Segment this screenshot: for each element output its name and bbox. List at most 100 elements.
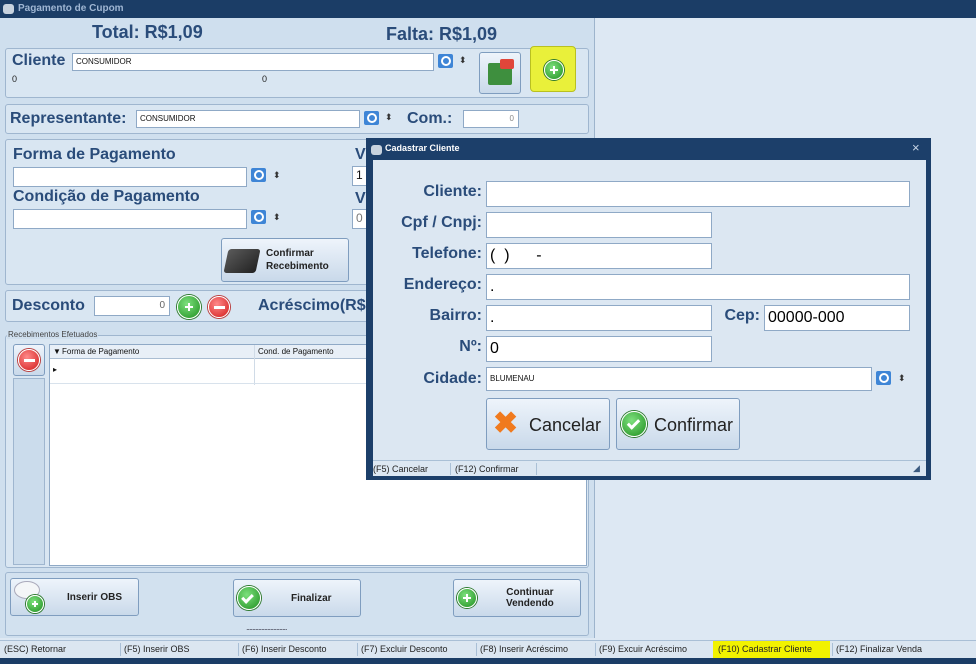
continue-icon [457, 588, 477, 608]
dlg-cpf-label: Cpf / Cnpj: [401, 214, 482, 231]
dlg-numero-label: Nº: [459, 338, 482, 355]
inserir-obs-label: Inserir OBS [67, 592, 123, 603]
add-cliente-button[interactable] [530, 46, 576, 92]
representante-label: Representante: [10, 110, 127, 127]
representante-input[interactable]: CONSUMIDOR [136, 110, 360, 128]
window-title: Pagamento de Cupom [18, 3, 124, 14]
status-sep [120, 643, 121, 656]
window-titlebar: Pagamento de Cupom [0, 0, 976, 18]
dialog-status-bar: (F5) Cancelar (F12) Confirmar ◢ [373, 460, 926, 476]
add-obs-icon [26, 595, 44, 613]
representante-search-icon[interactable] [364, 111, 379, 125]
remove-icon [18, 349, 40, 371]
add-desconto-icon[interactable] [177, 295, 201, 319]
status-f6[interactable]: (F6) Inserir Desconto [242, 644, 327, 654]
cliente-sub-left: 0 [12, 74, 18, 84]
dlg-telefone-input[interactable]: ( ) - [486, 243, 712, 269]
representante-spin-icon[interactable]: ⬍ [385, 112, 393, 123]
remove-desconto-icon[interactable] [208, 296, 230, 318]
inserir-obs-button[interactable]: Inserir OBS [10, 578, 139, 616]
dlg-status-sep [536, 463, 537, 475]
status-f9[interactable]: (F9) Excuir Acréscimo [599, 644, 687, 654]
continuar-vendendo-button[interactable]: Continuar Vendendo [453, 579, 581, 617]
status-sep [832, 643, 833, 656]
forma-pagamento-input[interactable] [13, 167, 247, 187]
valor-label-1: V [355, 146, 366, 163]
app-icon [3, 4, 14, 14]
finalizar-label: Finalizar [291, 593, 332, 604]
confirmar-line-2: Recebimento [266, 261, 329, 272]
cidade-search-icon[interactable] [876, 371, 891, 385]
cliente-search-icon[interactable] [438, 54, 453, 68]
total-label: Total: R$1,09 [92, 22, 203, 42]
status-sep [357, 643, 358, 656]
confirm-check-icon [621, 411, 647, 437]
forma-search-icon[interactable] [251, 168, 266, 182]
cliente-input[interactable]: CONSUMIDOR [72, 53, 434, 71]
falta-label: Falta: R$1,09 [386, 24, 498, 44]
dlg-numero-input[interactable]: 0 [486, 336, 712, 362]
com-input[interactable]: 0 [463, 110, 519, 128]
condicao-spin-icon[interactable]: ⬍ [273, 212, 281, 223]
dlg-bairro-label: Bairro: [429, 307, 482, 324]
continuar-line-1: Continuar [506, 587, 554, 598]
valor-label-2: V [355, 190, 366, 207]
cancel-x-icon: ✖ [493, 407, 519, 440]
status-f8[interactable]: (F8) Inserir Acréscimo [480, 644, 568, 654]
cliente-label: Cliente [12, 52, 66, 69]
confirmar-line-1: Confirmar [266, 248, 314, 259]
dialog-app-icon [371, 145, 382, 155]
dlg-cancelar-button[interactable]: ✖ Cancelar [486, 398, 610, 450]
add-icon [544, 60, 564, 80]
dlg-confirmar-button[interactable]: Confirmar [616, 398, 740, 450]
dlg-cliente-input[interactable] [486, 181, 910, 207]
check-mark [241, 591, 254, 604]
forma-pagamento-label: Forma de Pagamento [13, 146, 176, 163]
condicao-search-icon[interactable] [251, 210, 266, 224]
acrescimo-label: Acréscimo(R$ [258, 297, 366, 314]
status-bar: (ESC) Retornar (F5) Inserir OBS (F6) Ins… [0, 640, 976, 658]
col-forma-pagamento[interactable]: Forma de Pagamento [62, 347, 139, 356]
bottom-border [0, 658, 976, 664]
confirmar-recebimento-label: Confirmar Recebimento [266, 247, 329, 273]
confirmar-recebimento-button[interactable]: Confirmar Recebimento [221, 238, 349, 282]
dlg-confirmar-label: Confirmar [654, 415, 734, 435]
check-icon [237, 586, 261, 610]
status-f12[interactable]: (F12) Finalizar Venda [836, 644, 922, 654]
dlg-cidade-input[interactable]: BLUMENAU [486, 367, 872, 391]
dlg-cidade-label: Cidade: [423, 370, 482, 387]
forma-spin-icon[interactable]: ⬍ [273, 170, 281, 181]
condicao-pagamento-label: Condição de Pagamento [13, 188, 200, 205]
condicao-pagamento-input[interactable] [13, 209, 247, 229]
dlg-endereco-input[interactable]: . [486, 274, 910, 300]
status-sep [476, 643, 477, 656]
cliente-chart-button[interactable] [479, 52, 521, 94]
status-esc[interactable]: (ESC) Retornar [4, 644, 66, 654]
dlg-endereco-label: Endereço: [403, 276, 482, 293]
com-label: Com.: [407, 110, 453, 127]
desconto-input[interactable]: 0 [94, 296, 170, 316]
dlg-cep-input[interactable]: 00000-000 [764, 305, 910, 331]
continuar-line-2: Vendendo [506, 598, 554, 609]
dlg-cpf-input[interactable] [486, 212, 712, 238]
status-f10[interactable]: (F10) Cadastrar Cliente [718, 644, 812, 654]
dlg-cep-label: Cep: [724, 307, 760, 324]
status-sep [595, 643, 596, 656]
remove-recebimento-button[interactable] [13, 344, 45, 376]
cidade-spin-icon[interactable]: ⬍ [898, 373, 906, 384]
left-rail [13, 378, 45, 565]
dlg-bairro-input[interactable]: . [486, 305, 712, 331]
resize-grip-icon[interactable]: ◢ [913, 463, 920, 474]
dlg-cliente-label: Cliente: [423, 183, 482, 200]
recebimentos-title: Recebimentos Efetuados [7, 330, 99, 339]
dlg-status-f12[interactable]: (F12) Confirmar [455, 464, 519, 474]
dlg-status-f5[interactable]: (F5) Cancelar [373, 464, 428, 474]
status-f5[interactable]: (F5) Inserir OBS [124, 644, 190, 654]
row-pointer-icon: ▸ [53, 365, 58, 374]
finalizar-button[interactable]: Finalizar [233, 579, 361, 617]
cliente-spin-icon[interactable]: ⬍ [459, 55, 467, 66]
col-cond-pagamento[interactable]: Cond. de Pagamento [258, 347, 334, 356]
status-f7[interactable]: (F7) Excluir Desconto [361, 644, 448, 654]
dialog-close-icon[interactable]: × [912, 140, 920, 155]
cliente-sub-right: 0 [262, 74, 268, 84]
